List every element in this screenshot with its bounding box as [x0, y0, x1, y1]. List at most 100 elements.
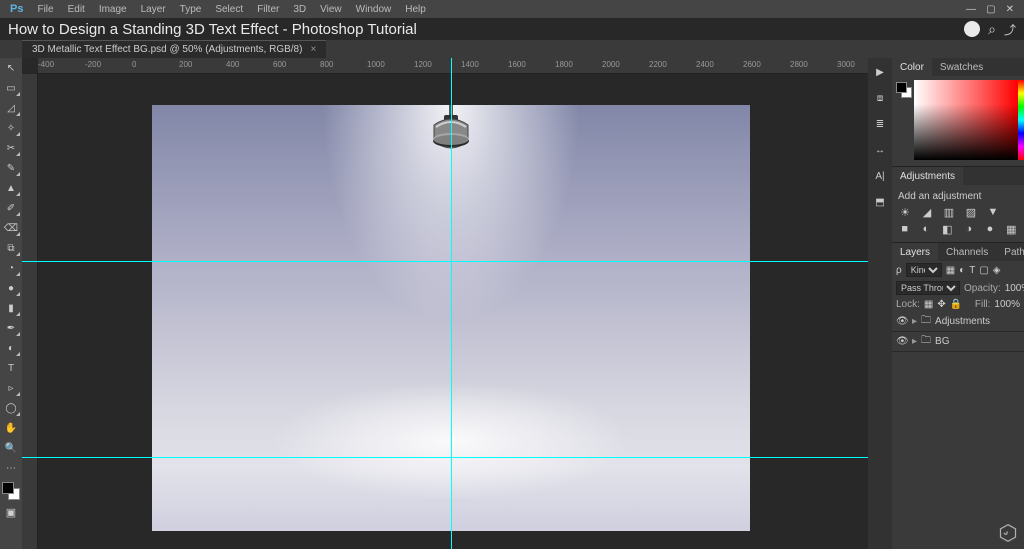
close-icon[interactable]: ✕	[1006, 4, 1014, 15]
menu-type[interactable]: Type	[174, 4, 208, 15]
menu-file[interactable]: File	[31, 4, 59, 15]
ruler-tick: 400	[226, 60, 239, 69]
ruler-tick: 1000	[367, 60, 385, 69]
adj-vibrance-icon[interactable]: ▼	[986, 206, 1000, 219]
hue-slider[interactable]	[1018, 80, 1024, 160]
filter-smart-icon[interactable]: ◈	[993, 265, 1001, 276]
tab-paths[interactable]: Paths	[996, 243, 1024, 261]
filter-adjust-icon[interactable]: ◐	[959, 265, 965, 276]
align-icon[interactable]: ↔	[872, 142, 888, 158]
magic-wand-tool[interactable]: ✧	[2, 120, 20, 136]
adj-levels-icon[interactable]: ◢	[920, 206, 934, 219]
eraser-tool[interactable]: ◔	[2, 260, 20, 276]
tab-channels[interactable]: Channels	[938, 243, 996, 261]
menu-3d[interactable]: 3D	[287, 4, 312, 15]
minimize-icon[interactable]: —	[966, 4, 976, 15]
filter-shape-icon[interactable]: ▢	[979, 265, 988, 276]
lock-position-icon[interactable]: ✥	[937, 299, 945, 310]
menu-view[interactable]: View	[314, 4, 348, 15]
visibility-icon[interactable]: 👁	[896, 336, 908, 347]
maximize-icon[interactable]: ▢	[986, 4, 995, 15]
path-select-tool[interactable]: ▹	[2, 380, 20, 396]
gradient-tool[interactable]: ●	[2, 280, 20, 296]
play-icon[interactable]: ▶	[872, 64, 888, 80]
app-logo: Ps	[4, 3, 29, 15]
tab-close-icon[interactable]: ×	[310, 44, 316, 55]
opacity-value[interactable]: 100%	[1005, 283, 1024, 294]
opacity-label: Opacity:	[964, 283, 1001, 294]
menu-layer[interactable]: Layer	[135, 4, 172, 15]
lock-pixels-icon[interactable]: ▦	[924, 299, 933, 310]
blur-tool[interactable]: ▮	[2, 300, 20, 316]
character-icon[interactable]: A|	[872, 168, 888, 184]
filter-type-icon[interactable]: T	[969, 265, 975, 276]
menu-help[interactable]: Help	[399, 4, 432, 15]
quick-mask-icon[interactable]: ▣	[2, 504, 20, 520]
color-panel-tabs: Color Swatches	[892, 58, 1024, 76]
shape-tool[interactable]: ◯	[2, 400, 20, 416]
color-field[interactable]	[914, 80, 1018, 160]
history-brush-tool[interactable]: ⧉	[2, 240, 20, 256]
healing-tool[interactable]: ▲	[2, 180, 20, 196]
menu-filter[interactable]: Filter	[251, 4, 285, 15]
visibility-icon[interactable]: 👁	[896, 316, 908, 327]
brush-tool[interactable]: ✐	[2, 200, 20, 216]
ruler-tick: -400	[38, 60, 54, 69]
tab-color[interactable]: Color	[892, 58, 932, 76]
tab-adjustments[interactable]: Adjustments	[892, 167, 963, 185]
menu-edit[interactable]: Edit	[62, 4, 91, 15]
share-icon[interactable]: ⤴	[1004, 21, 1016, 38]
adj-hue-icon[interactable]: ■	[898, 223, 911, 236]
chevron-right-icon[interactable]: ▸	[912, 316, 917, 327]
type-tool[interactable]: T	[2, 360, 20, 376]
crop-tool[interactable]: ✂	[2, 140, 20, 156]
blend-mode-select[interactable]: Pass Through	[896, 281, 960, 295]
zoom-tool[interactable]: 🔍	[2, 440, 20, 456]
search-icon[interactable]: ⌕	[988, 21, 996, 38]
add-adjustment-label: Add an adjustment	[898, 191, 1018, 202]
fill-label: Fill:	[975, 299, 991, 310]
layer-group-adjustments[interactable]: 👁 ▸ 🗀 Adjustments	[892, 312, 1024, 332]
adj-bw-icon[interactable]: ◧	[941, 223, 954, 236]
adj-channelmixer-icon[interactable]: ●	[983, 223, 996, 236]
menu-window[interactable]: Window	[350, 4, 398, 15]
edit-toolbar[interactable]: ⋯	[2, 460, 20, 476]
ruler-tick: 2600	[743, 60, 761, 69]
tab-layers[interactable]: Layers	[892, 243, 938, 261]
properties-icon[interactable]: ≣	[872, 116, 888, 132]
adj-exposure-icon[interactable]: ▨	[964, 206, 978, 219]
menu-select[interactable]: Select	[209, 4, 249, 15]
adj-curves-icon[interactable]: ▥	[942, 206, 956, 219]
document-tab[interactable]: 3D Metallic Text Effect BG.psd @ 50% (Ad…	[22, 40, 326, 58]
fill-value[interactable]: 100%	[994, 299, 1020, 310]
adj-photofilter-icon[interactable]: ◑	[962, 223, 975, 236]
guide-h2[interactable]	[22, 457, 868, 458]
pen-tool[interactable]: ◐	[2, 340, 20, 356]
color-picker-swatch[interactable]	[896, 82, 912, 98]
adj-brightness-icon[interactable]: ☀	[898, 206, 912, 219]
dodge-tool[interactable]: ✒	[2, 320, 20, 336]
layer-filter-select[interactable]: Kind	[906, 263, 942, 277]
folder-icon: 🗀	[921, 313, 931, 330]
tab-swatches[interactable]: Swatches	[932, 58, 991, 76]
hand-tool[interactable]: ✋	[2, 420, 20, 436]
eyedropper-tool[interactable]: ✎	[2, 160, 20, 176]
paragraph-icon[interactable]: ⬒	[872, 194, 888, 210]
color-panel	[892, 76, 1024, 166]
history-icon[interactable]: ⧈	[872, 90, 888, 106]
guide-h1[interactable]	[22, 261, 868, 262]
menu-image[interactable]: Image	[93, 4, 133, 15]
stamp-tool[interactable]: ⌫	[2, 220, 20, 236]
adj-colorlookup-icon[interactable]: ▦	[1005, 223, 1018, 236]
guide-v1[interactable]	[451, 58, 452, 549]
lock-all-icon[interactable]: 🔒	[950, 299, 962, 310]
filter-pixel-icon[interactable]: ▦	[946, 265, 955, 276]
adj-colorbalance-icon[interactable]: ◐	[919, 223, 932, 236]
collapsed-panels: ▶ ⧈ ≣ ↔ A| ⬒	[868, 58, 892, 549]
move-tool[interactable]: ↖	[2, 60, 20, 76]
lasso-tool[interactable]: ◿	[2, 100, 20, 116]
marquee-tool[interactable]: ▭	[2, 80, 20, 96]
chevron-right-icon[interactable]: ▸	[912, 336, 917, 347]
color-swatch[interactable]	[2, 482, 20, 500]
layer-group-bg[interactable]: 👁 ▸ 🗀 BG	[892, 332, 1024, 352]
